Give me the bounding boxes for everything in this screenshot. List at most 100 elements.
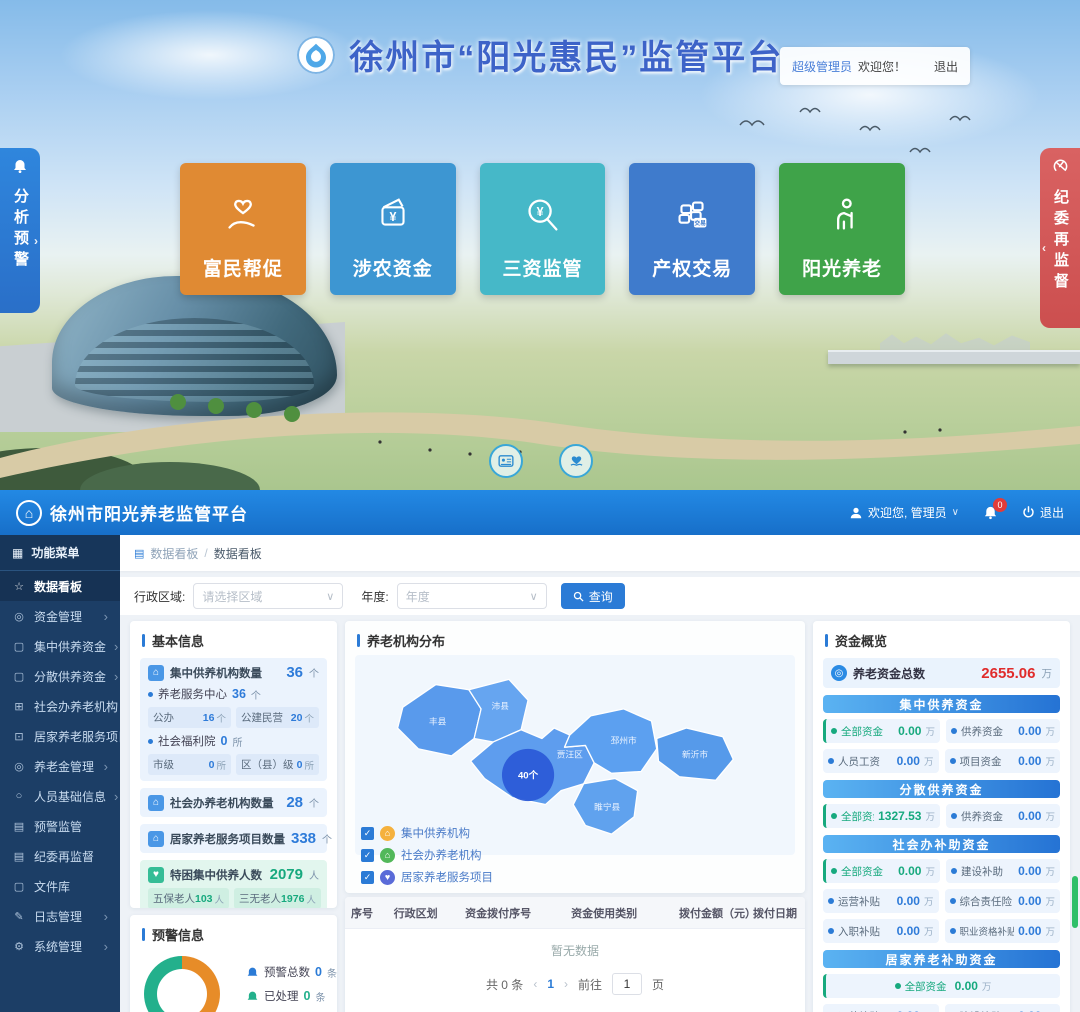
sidebar-item-personnel-info[interactable]: ○ 人员基础信息 ›	[0, 781, 120, 811]
prev-page-button[interactable]: ‹	[533, 977, 537, 991]
tile-label: 三资监管	[502, 254, 582, 281]
tile-fumin-bangcu[interactable]: 富民帮促	[180, 163, 306, 295]
heart-in-hand-icon	[220, 192, 266, 238]
fund-stat: 职业资格补贴0.00万	[945, 919, 1061, 943]
coin-icon: ◎	[12, 610, 26, 623]
page-title: 徐州市“阳光惠民”监管平台	[349, 30, 783, 79]
panel-title: 基本信息	[130, 621, 337, 658]
notification-badge: 0	[993, 498, 1007, 512]
tile-shenong-zijin[interactable]: ¥ 涉农资金	[330, 163, 456, 295]
total-count: 共 0 条	[486, 976, 523, 993]
private-institution-pin-icon: ⌂	[380, 848, 395, 863]
module-tiles: 富民帮促 ¥ 涉农资金 ¥ 三资监管	[180, 163, 905, 295]
page-unit: 页	[652, 976, 664, 993]
table-header-row: 序号 行政区划 资金拨付序号 资金使用类别 拨付金额（元） 拨付日期	[345, 897, 805, 929]
fund-section-header: 集中供养资金	[823, 695, 1060, 713]
tile-chanquan-jiaoyi[interactable]: 交易 产权交易	[629, 163, 755, 295]
chevron-down-icon: ∨	[326, 590, 334, 603]
sidebar-item-central-support-funds[interactable]: ▢ 集中供养资金 ›	[0, 631, 120, 661]
welcome-text: 欢迎您！	[858, 58, 906, 75]
building-icon: ⌂	[148, 795, 164, 811]
chevron-down-icon: ∨	[952, 507, 959, 518]
sidebar-item-private-institutions[interactable]: ⊞ 社会办养老机构 ›	[0, 691, 120, 721]
menu-grid-icon: ▦	[12, 546, 23, 560]
central-institution-pin-icon: ⌂	[380, 826, 395, 841]
checkbox-checked[interactable]: ✓	[361, 827, 374, 840]
sidebar-item-file-library[interactable]: ▢ 文件库	[0, 871, 120, 901]
stat-chip: 五保老人103人	[148, 888, 229, 908]
power-icon	[1022, 506, 1035, 519]
search-icon	[573, 591, 584, 602]
id-card-button[interactable]	[489, 444, 523, 478]
breadcrumb: ▤ 数据看板 / 数据看板	[120, 535, 1080, 571]
region-select[interactable]: 请选择区域 ∨	[193, 583, 343, 609]
sidebar-item-discipline-supervision[interactable]: ▤ 纪委再监督	[0, 841, 120, 871]
next-page-button[interactable]: ›	[564, 977, 568, 991]
legend-row: ✓ ♥ 居家养老服务项目	[361, 869, 493, 885]
tile-label: 涉农资金	[353, 254, 433, 281]
tile-yangguang-yanglao[interactable]: 阳光养老	[779, 163, 905, 295]
sidebar-item-fund-mgmt[interactable]: ◎ 资金管理 ›	[0, 601, 120, 631]
person-icon: ♥	[148, 867, 164, 883]
svg-text:¥: ¥	[537, 205, 544, 219]
stat-chip: 三无老人1976人	[234, 888, 321, 908]
user-menu[interactable]: 欢迎您, 管理员 ∨	[849, 504, 959, 521]
care-service-button[interactable]	[559, 444, 593, 478]
sidebar-item-home-care-projects[interactable]: ⊡ 居家养老服务项目 ›	[0, 721, 120, 751]
search-button[interactable]: 查询	[561, 583, 625, 609]
fund-stat: 全部资金0.00万	[823, 974, 1060, 998]
sidebar-item-dispersed-support-funds[interactable]: ▢ 分散供养资金 ›	[0, 661, 120, 691]
wallet-yuan-icon: ¥	[370, 192, 416, 238]
heart-hands-icon	[569, 455, 584, 468]
hero-photo-promenade	[0, 380, 1080, 490]
sidebar-item-warning-supervision[interactable]: ▤ 预警监管	[0, 811, 120, 841]
breadcrumb-root[interactable]: 数据看板	[150, 545, 198, 562]
stat-chip: 区（县）级0所	[236, 754, 319, 775]
platform-logo-icon	[297, 36, 335, 74]
chevron-right-icon: ›	[114, 669, 118, 684]
trade-blocks-icon: 交易	[669, 192, 715, 238]
fund-stat: 供养资金0.00万	[946, 804, 1060, 828]
panel-title: 资金概览	[813, 621, 1070, 658]
checkbox-checked[interactable]: ✓	[361, 849, 374, 862]
svg-text:40个: 40个	[518, 769, 539, 781]
logout-button[interactable]: 退出	[1022, 504, 1064, 521]
tab-label: 纪委再监督	[1050, 189, 1070, 294]
checkbox-checked[interactable]: ✓	[361, 871, 374, 884]
stat-block-private-institutions: ⌂ 社会办养老机构数量 28 个	[140, 788, 327, 817]
folder-icon: ▢	[12, 640, 26, 653]
hero-photo-skyline	[880, 330, 1030, 352]
fund-stat: 全部资金1327.53万	[823, 804, 940, 828]
discipline-supervision-tab[interactable]: 纪委再监督 ‹	[1040, 148, 1080, 328]
page-input[interactable]	[612, 973, 642, 995]
warn-icon: ▤	[12, 820, 26, 833]
goto-label: 前往	[578, 976, 602, 993]
main-content: ▤ 数据看板 / 数据看板 行政区域: 请选择区域 ∨ 年度: 年度 ∨ 查询 …	[120, 535, 1080, 1012]
sidebar-item-system-mgmt[interactable]: ⚙ 系统管理 ›	[0, 931, 120, 961]
logout-link[interactable]: 退出	[934, 58, 958, 75]
star-icon: ☆	[12, 580, 26, 593]
sidebar-item-log-mgmt[interactable]: ✎ 日志管理 ›	[0, 901, 120, 931]
fund-stat: 建设补助0.00万	[945, 1004, 1061, 1012]
sidebar-item-dashboard[interactable]: ☆ 数据看板	[0, 571, 120, 601]
fund-stat: 供养资金0.00万	[946, 719, 1060, 743]
chevron-right-icon: ›	[114, 639, 118, 654]
notifications-button[interactable]: 0	[983, 505, 998, 520]
fund-total-row: ◎ 养老资金总数 2655.06 万	[823, 658, 1060, 688]
fund-stat: 入职补贴0.00万	[823, 919, 939, 943]
svg-text:贾汪区: 贾汪区	[557, 750, 583, 760]
current-page[interactable]: 1	[547, 977, 554, 991]
id-card-icon	[498, 455, 514, 467]
scrollbar-thumb[interactable]	[1072, 876, 1078, 928]
gear-icon: ⚙	[12, 940, 26, 953]
sidebar-item-pension-mgmt[interactable]: ◎ 养老金管理 ›	[0, 751, 120, 781]
chevron-right-icon: ›	[34, 231, 38, 251]
warning-stat: 已处理 0 条	[246, 988, 337, 1004]
analysis-warning-tab[interactable]: 分析预警 ›	[0, 148, 40, 313]
dashboard-logo-icon: ⌂	[16, 500, 42, 526]
svg-text:¥: ¥	[389, 210, 396, 224]
welcome-admin: 欢迎您, 管理员	[868, 504, 947, 521]
svg-text:交易: 交易	[695, 219, 707, 227]
year-select[interactable]: 年度 ∨	[397, 583, 547, 609]
tile-sanzi-jianguan[interactable]: ¥ 三资监管	[480, 163, 606, 295]
